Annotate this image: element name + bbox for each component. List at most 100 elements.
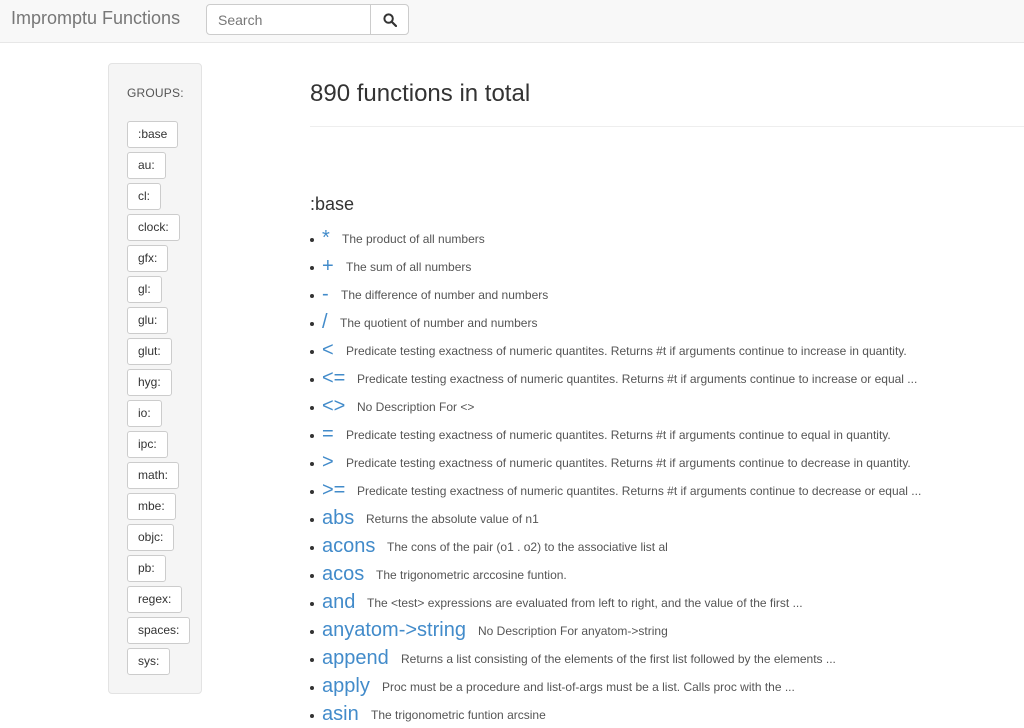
function-item: asin The trigonometric funtion arcsine: [310, 700, 1010, 728]
bullet: [310, 714, 314, 718]
group-button[interactable]: objc:: [127, 524, 175, 551]
function-item: / The quotient of number and numbers: [310, 308, 1010, 336]
function-item: < Predicate testing exactness of numeric …: [310, 336, 1010, 364]
groups-title: GROUPS:: [127, 86, 184, 100]
function-item: <= Predicate testing exactness of numeric…: [310, 364, 1010, 392]
function-link[interactable]: -: [322, 280, 329, 308]
search-button[interactable]: [370, 4, 409, 35]
group-button[interactable]: hyg:: [127, 369, 172, 396]
function-item: abs Returns the absolute value of n1: [310, 504, 1010, 532]
bullet: [310, 658, 314, 662]
function-link[interactable]: *: [322, 224, 330, 252]
function-description: The product of all numbers: [342, 232, 485, 246]
section-title-base: :base: [310, 194, 355, 214]
function-description: The difference of number and numbers: [341, 288, 549, 302]
function-description: The <test> expressions are evaluated fro…: [367, 596, 803, 610]
group-button[interactable]: :base: [127, 121, 179, 148]
bullet: [310, 546, 314, 550]
bullet: [310, 266, 314, 270]
function-description: No Description For <>: [357, 400, 475, 414]
group-button[interactable]: spaces:: [127, 617, 191, 644]
bullet: [310, 574, 314, 578]
group-button[interactable]: au:: [127, 152, 166, 179]
function-item: <> No Description For <>: [310, 392, 1010, 420]
group-button[interactable]: pb:: [127, 555, 166, 582]
group-button[interactable]: sys:: [127, 648, 171, 675]
bullet: [310, 630, 314, 634]
function-link[interactable]: abs: [322, 504, 354, 532]
bullet: [310, 294, 314, 298]
divider: [310, 126, 1024, 127]
function-description: The cons of the pair (o1 . o2) to the as…: [387, 540, 668, 554]
bullet: [310, 434, 314, 438]
function-link[interactable]: <=: [322, 364, 345, 392]
function-link[interactable]: +: [322, 252, 334, 280]
bullet: [310, 350, 314, 354]
group-button[interactable]: glut:: [127, 338, 172, 365]
function-description: Predicate testing exactness of numeric q…: [357, 484, 922, 498]
function-link[interactable]: <>: [322, 392, 345, 420]
function-item: and The <test> expressions are evaluated …: [310, 588, 1010, 616]
function-item: > Predicate testing exactness of numeric …: [310, 448, 1010, 476]
function-description: Predicate testing exactness of numeric q…: [346, 456, 911, 470]
function-description: Returns the absolute value of n1: [366, 512, 539, 526]
function-description: No Description For anyatom->string: [478, 624, 668, 638]
group-button[interactable]: clock:: [127, 214, 180, 241]
bullet: [310, 602, 314, 606]
function-item: acos The trigonometric arccosine funtion.: [310, 560, 1010, 588]
function-link[interactable]: acos: [322, 560, 364, 588]
function-item: + The sum of all numbers: [310, 252, 1010, 280]
group-button[interactable]: regex:: [127, 586, 183, 613]
function-description: The trigonometric arccosine funtion.: [376, 568, 567, 582]
function-description: Returns a list consisting of the element…: [401, 652, 836, 666]
group-button[interactable]: math:: [127, 462, 180, 489]
function-description: The sum of all numbers: [346, 260, 472, 274]
group-button[interactable]: glu:: [127, 307, 169, 334]
function-description: Predicate testing exactness of numeric q…: [346, 344, 907, 358]
function-item: apply Proc must be a procedure and list-o…: [310, 672, 1010, 700]
bullet: [310, 462, 314, 466]
group-button[interactable]: gl:: [127, 276, 162, 303]
function-link[interactable]: acons: [322, 532, 375, 560]
function-link[interactable]: >=: [322, 476, 345, 504]
bullet: [310, 378, 314, 382]
function-item: anyatom->string No Description For anyato…: [310, 616, 1010, 644]
function-description: Predicate testing exactness of numeric q…: [357, 372, 918, 386]
brand-title[interactable]: Impromptu Functions: [11, 8, 180, 29]
function-item: acons The cons of the pair (o1 . o2) to t…: [310, 532, 1010, 560]
bullet: [310, 518, 314, 522]
function-link[interactable]: append: [322, 644, 389, 672]
group-button[interactable]: gfx:: [127, 245, 169, 272]
function-link[interactable]: >: [322, 448, 334, 476]
function-link[interactable]: apply: [322, 672, 370, 700]
function-item: * The product of all numbers: [310, 224, 1010, 252]
function-item: append Returns a list consisting of the e…: [310, 644, 1010, 672]
group-button[interactable]: io:: [127, 400, 162, 427]
function-link[interactable]: /: [322, 308, 328, 336]
function-link[interactable]: and: [322, 588, 355, 616]
function-link[interactable]: =: [322, 420, 334, 448]
function-list: * The product of all numbers + The sum of a…: [310, 224, 1010, 728]
function-item: = Predicate testing exactness of numeric …: [310, 420, 1010, 448]
function-link[interactable]: asin: [322, 700, 359, 728]
group-button[interactable]: ipc:: [127, 431, 168, 458]
bullet: [310, 238, 314, 242]
bullet: [310, 406, 314, 410]
function-link[interactable]: <: [322, 336, 334, 364]
function-description: Predicate testing exactness of numeric q…: [346, 428, 891, 442]
function-description: The trigonometric funtion arcsine: [371, 708, 546, 722]
group-button[interactable]: cl:: [127, 183, 161, 210]
bullet: [310, 686, 314, 690]
function-item: >= Predicate testing exactness of numeric…: [310, 476, 1010, 504]
bullet: [310, 322, 314, 326]
group-button[interactable]: mbe:: [127, 493, 176, 520]
search-icon: [382, 12, 397, 27]
function-description: Proc must be a procedure and list-of-arg…: [382, 680, 795, 694]
search-input[interactable]: [206, 4, 371, 35]
page-title: 890 functions in total: [310, 80, 531, 107]
groups-sidebar: GROUPS: :base au: cl: clock: gfx: gl: glu: glut…: [108, 63, 202, 694]
function-item: - The difference of number and numbers: [310, 280, 1010, 308]
function-description: The quotient of number and numbers: [340, 316, 538, 330]
navbar: Impromptu Functions: [0, 0, 1024, 43]
function-link[interactable]: anyatom->string: [322, 616, 466, 644]
